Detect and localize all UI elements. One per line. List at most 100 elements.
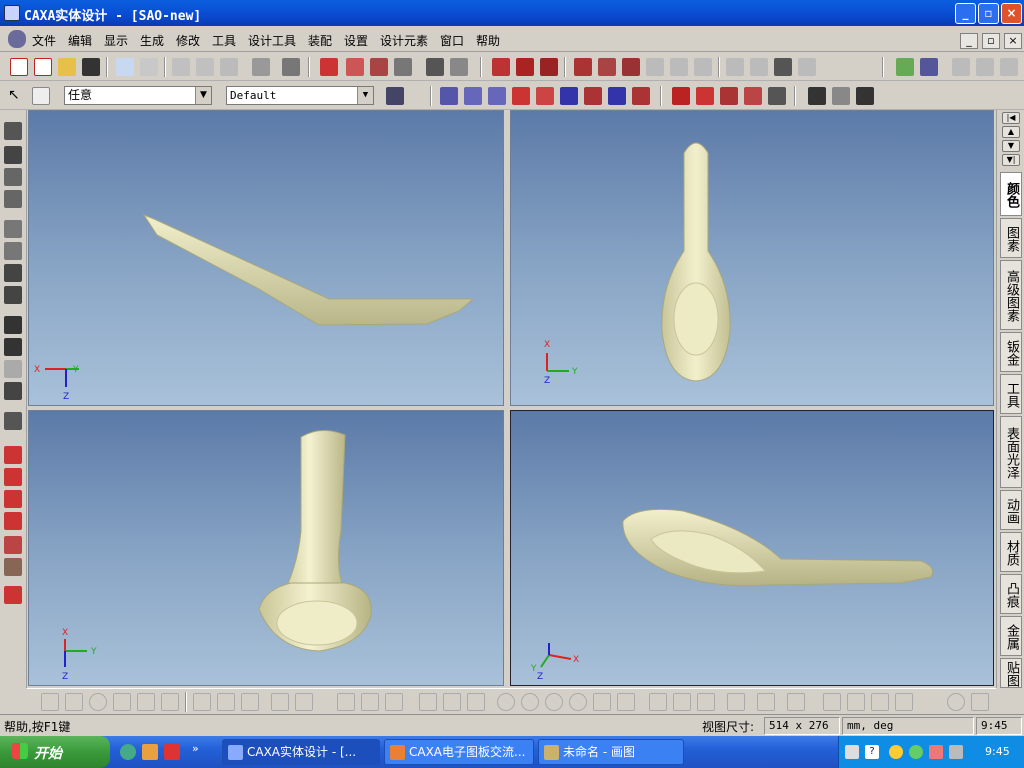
star-tool-icon[interactable]: [617, 693, 635, 711]
help-tray-icon[interactable]: ?: [865, 745, 879, 759]
polygon-tool-icon[interactable]: [137, 693, 155, 711]
tab-surface-finish[interactable]: 表面光泽: [1000, 416, 1022, 488]
sketch-curve-icon[interactable]: [584, 87, 602, 105]
qq-tray-icon[interactable]: [889, 745, 903, 759]
polyline-tool-icon[interactable]: [419, 693, 437, 711]
menu-edit[interactable]: 编辑: [68, 32, 92, 49]
target-tool-icon[interactable]: [947, 693, 965, 711]
curve-spline-icon[interactable]: [744, 87, 762, 105]
viewport-top-right[interactable]: X Y Z: [510, 110, 994, 406]
circle-2pt-icon[interactable]: [545, 693, 563, 711]
face-move-icon[interactable]: [694, 58, 712, 76]
copy-icon[interactable]: [196, 58, 214, 76]
keyboard-icon[interactable]: [845, 745, 859, 759]
save-icon[interactable]: [82, 58, 100, 76]
orient-icon[interactable]: [4, 264, 22, 282]
quicklaunch-overflow-icon[interactable]: »: [192, 742, 199, 755]
curve-intersect-icon[interactable]: [696, 87, 714, 105]
new-drawing-icon[interactable]: [34, 58, 52, 76]
camera-icon[interactable]: [1000, 58, 1018, 76]
menu-display[interactable]: 显示: [104, 32, 128, 49]
tab-primitives[interactable]: 图素: [1000, 218, 1022, 258]
interference-icon[interactable]: [798, 58, 816, 76]
dimension-tool-icon[interactable]: [217, 693, 235, 711]
network-tray-icon[interactable]: [909, 745, 923, 759]
taskbar-item-paint[interactable]: 未命名 - 画图: [538, 739, 684, 765]
offset-tool-icon[interactable]: [787, 693, 805, 711]
view-planes-icon[interactable]: [4, 382, 22, 400]
revolve-icon[interactable]: [346, 58, 364, 76]
chevron-down-icon[interactable]: ▼: [195, 87, 211, 104]
find-icon[interactable]: [252, 58, 270, 76]
zoom-window-icon[interactable]: [4, 242, 22, 260]
menu-modify[interactable]: 修改: [176, 32, 200, 49]
sphere-view-icon[interactable]: [4, 558, 22, 576]
quicklaunch-browser-icon[interactable]: [120, 744, 136, 760]
tab-emboss[interactable]: 凸痕: [1000, 574, 1022, 614]
camera-target-icon[interactable]: [4, 338, 22, 356]
arc-tangent-icon[interactable]: [697, 693, 715, 711]
cross-tool-icon[interactable]: [193, 693, 211, 711]
square-tool-icon[interactable]: [467, 693, 485, 711]
close-button[interactable]: ×: [1001, 3, 1022, 24]
tab-animation[interactable]: 动画: [1000, 490, 1022, 530]
menu-tools[interactable]: 工具: [212, 32, 236, 49]
shell-icon[interactable]: [540, 58, 558, 76]
tab-scroll-down-icon[interactable]: ▼: [1002, 140, 1020, 152]
ellipse-tool-icon[interactable]: [569, 693, 587, 711]
tab-scroll-up-icon[interactable]: ▲: [1002, 126, 1020, 138]
tab-metal[interactable]: 金属: [1000, 616, 1022, 656]
part-edit-icon[interactable]: [4, 446, 22, 464]
sketch-arc-icon[interactable]: [488, 87, 506, 105]
camera-roll-icon[interactable]: [4, 360, 22, 378]
curve-point-icon[interactable]: [720, 87, 738, 105]
taskbar-item-caxa-3d[interactable]: CAXA实体设计 - [...: [222, 739, 380, 765]
eyedropper-icon[interactable]: [896, 58, 914, 76]
tab-scroll-first-icon[interactable]: |◀: [1002, 112, 1020, 124]
menu-help[interactable]: 帮助: [476, 32, 500, 49]
delete-tool-icon[interactable]: [241, 693, 259, 711]
bspline-tool-icon[interactable]: [727, 693, 745, 711]
design-tree-icon[interactable]: [386, 87, 404, 105]
circle-tool-icon[interactable]: [89, 693, 107, 711]
sketch-offset-icon[interactable]: [608, 87, 626, 105]
pattern-icon[interactable]: [646, 58, 664, 76]
camera-position-icon[interactable]: [4, 316, 22, 334]
mirror-icon[interactable]: [622, 58, 640, 76]
mdi-close-button[interactable]: ×: [1004, 33, 1022, 49]
fillet-icon[interactable]: [492, 58, 510, 76]
rect-tool-icon[interactable]: [65, 693, 83, 711]
surface-icon[interactable]: [450, 58, 468, 76]
face-edit-icon[interactable]: [4, 468, 22, 486]
tab-advanced-primitives[interactable]: 高级图素: [1000, 260, 1022, 330]
open-folder-icon[interactable]: [58, 58, 76, 76]
equal-tool-icon[interactable]: [895, 693, 913, 711]
menu-generate[interactable]: 生成: [140, 32, 164, 49]
viewport-bottom-right[interactable]: X Y Z: [510, 410, 994, 686]
viewport-bottom-left[interactable]: X Y Z: [28, 410, 504, 686]
trim-tool-icon[interactable]: [271, 693, 289, 711]
sketch-circle-icon[interactable]: [512, 87, 530, 105]
corner-tool-icon[interactable]: [757, 693, 775, 711]
extend-tool-icon[interactable]: [295, 693, 313, 711]
paste-icon[interactable]: [220, 58, 238, 76]
render-settings-icon[interactable]: [808, 87, 826, 105]
style-combo[interactable]: Default ▼: [226, 86, 374, 105]
chamfer-icon[interactable]: [516, 58, 534, 76]
sweep-icon[interactable]: [370, 58, 388, 76]
circle-center-icon[interactable]: [497, 693, 515, 711]
point-tool-icon[interactable]: [443, 693, 461, 711]
document-icon[interactable]: [8, 30, 26, 48]
split-icon[interactable]: [598, 58, 616, 76]
menu-assembly[interactable]: 装配: [308, 32, 332, 49]
section-icon[interactable]: [4, 536, 22, 554]
taskbar-item-caxa-draft[interactable]: CAXA电子图板交流...: [384, 739, 534, 765]
menu-file[interactable]: 文件: [32, 32, 56, 49]
constraint-tool-icon[interactable]: [823, 693, 841, 711]
loft-icon[interactable]: [394, 58, 412, 76]
menu-design-elements[interactable]: 设计元素: [380, 32, 428, 49]
tangent-tool-icon[interactable]: [361, 693, 379, 711]
paint-icon[interactable]: [920, 58, 938, 76]
caxa-app-icon[interactable]: [4, 5, 20, 21]
vertex-edit-icon[interactable]: [4, 512, 22, 530]
